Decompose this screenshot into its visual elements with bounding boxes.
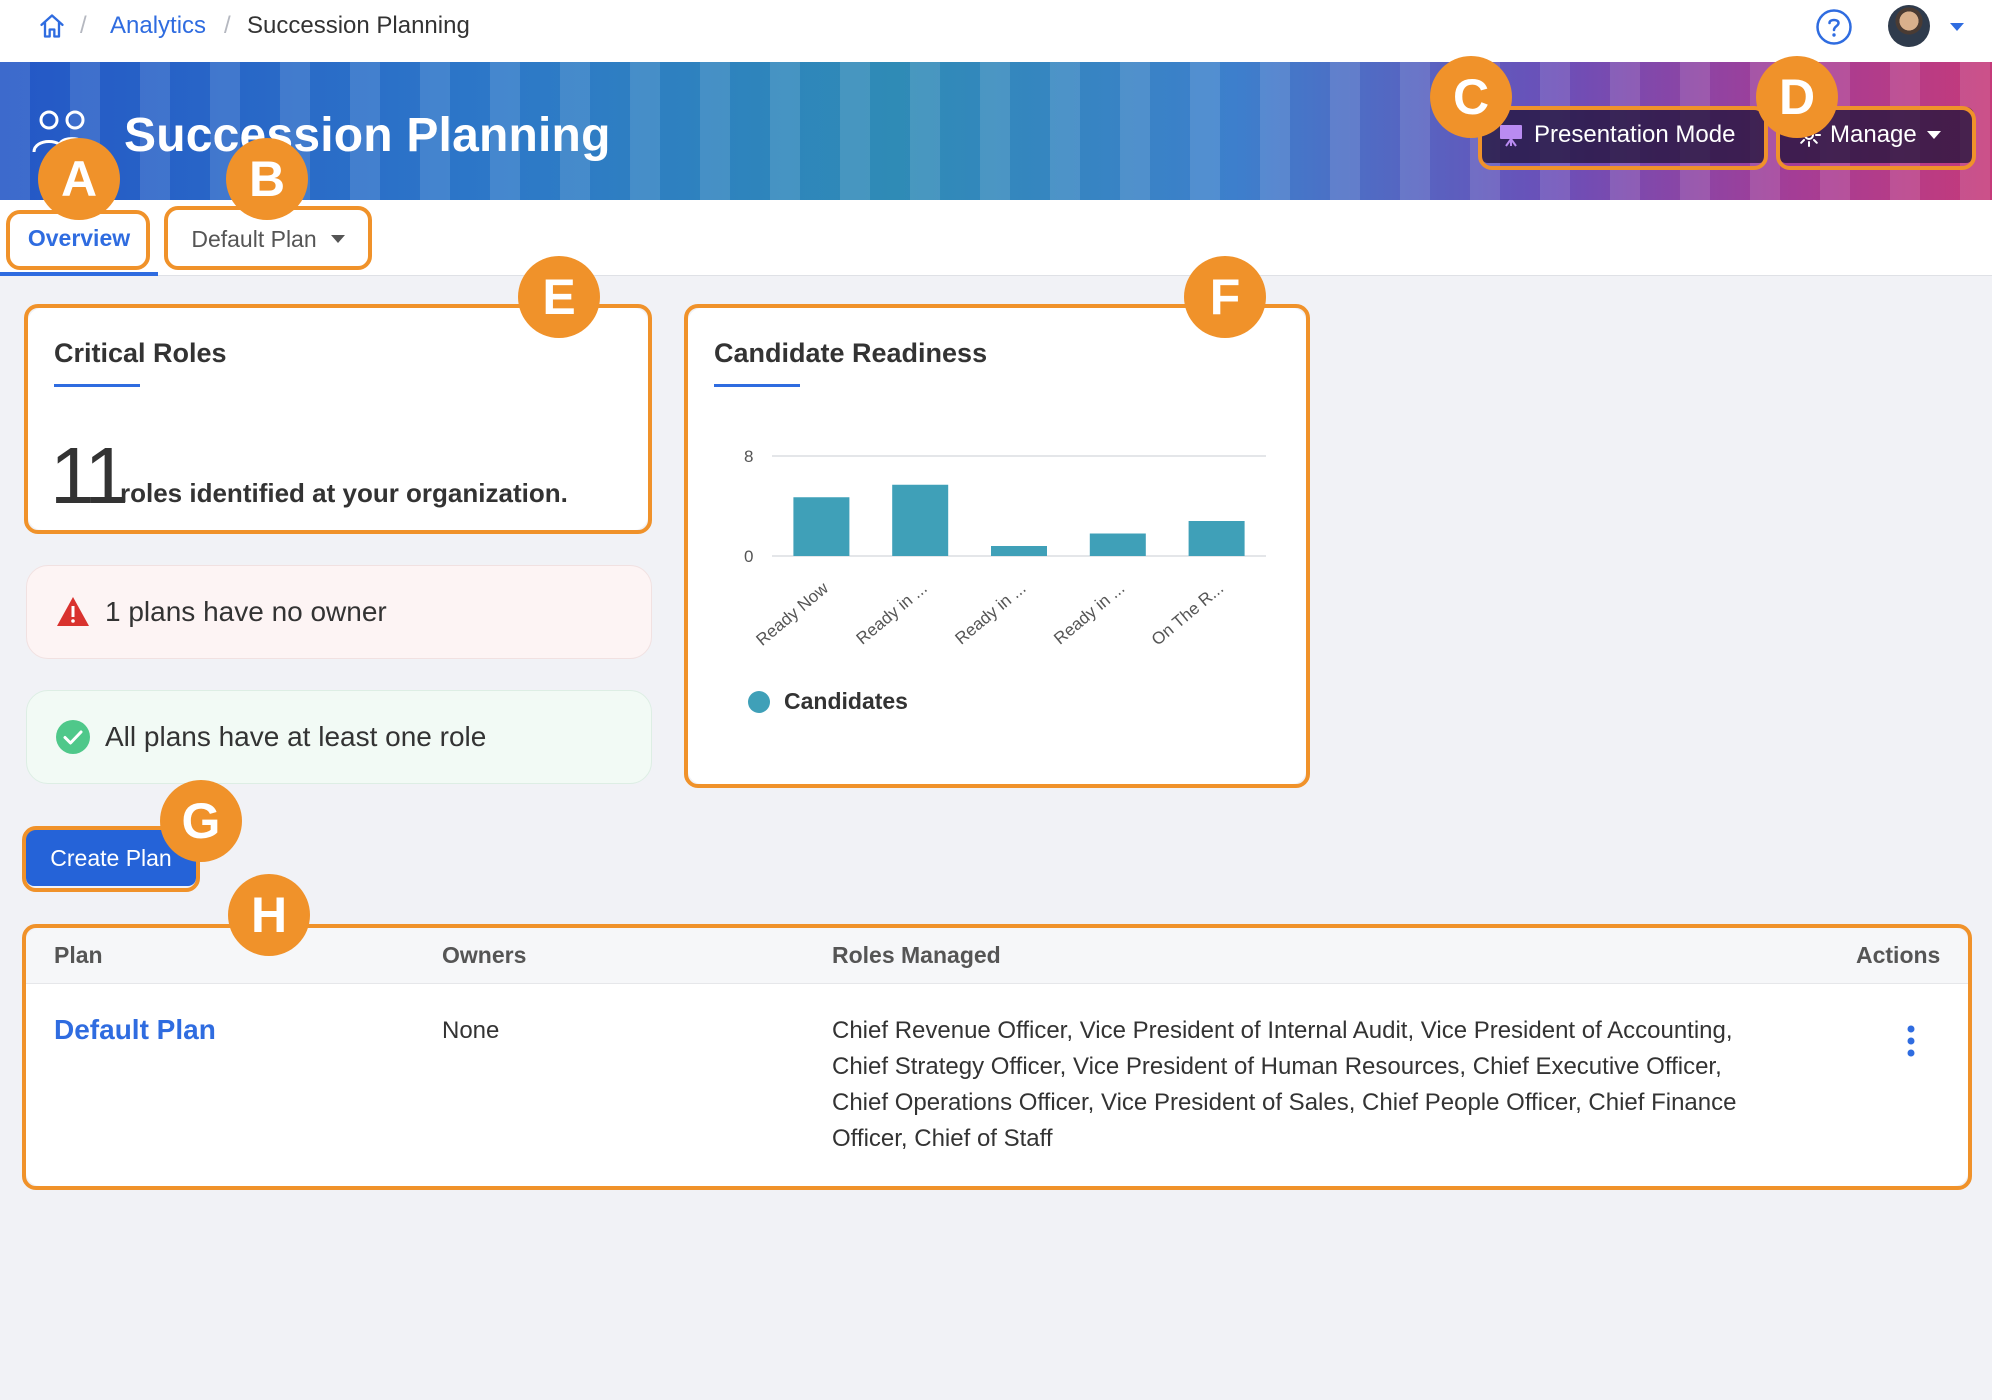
callout-badge-e: E xyxy=(518,256,600,338)
chevron-down-icon xyxy=(330,235,345,243)
check-circle-icon xyxy=(56,720,90,754)
x-tick-label: On The R... xyxy=(1148,579,1227,650)
plan-selector-dropdown[interactable]: Default Plan xyxy=(170,214,366,264)
home-icon[interactable] xyxy=(38,12,66,40)
column-header-roles: Roles Managed xyxy=(832,942,1001,968)
table-header: Plan Owners Roles Managed Actions xyxy=(26,928,1968,984)
column-header-plan: Plan xyxy=(54,942,103,968)
breadcrumb-separator: / xyxy=(80,12,87,39)
x-tick-label: Ready in ... xyxy=(1050,579,1128,649)
callout-badge-h: H xyxy=(228,874,310,956)
legend-swatch xyxy=(748,690,770,713)
candidate-readiness-chart: 0 8 Ready Now Ready in ... Ready in ... Ready… xyxy=(744,447,1266,650)
breadcrumb-current: Succession Planning xyxy=(247,12,470,39)
candidate-readiness-title: Candidate Readiness xyxy=(714,338,988,368)
chart-bar xyxy=(1188,521,1245,556)
x-tick-label: Ready in ... xyxy=(951,579,1029,649)
tab-bar: Overview Default Plan xyxy=(0,200,1992,276)
callout-badge-d: D xyxy=(1756,56,1838,138)
callout-badge-f: F xyxy=(1184,256,1266,338)
column-header-actions: Actions xyxy=(1856,942,1941,968)
critical-roles-card: Critical Roles 11 roles identified at yo… xyxy=(28,308,648,530)
critical-roles-description: roles identified at your organization. xyxy=(120,478,568,508)
roles-assigned-alert-text: All plans have at least one role xyxy=(105,721,487,752)
no-owner-alert: 1 plans have no owner xyxy=(26,565,652,659)
x-tick-label: Ready in ... xyxy=(853,579,931,649)
chart-bar xyxy=(991,546,1047,556)
presentation-mode-button[interactable]: Presentation Mode xyxy=(1480,107,1767,163)
presentation-mode-label: Presentation Mode xyxy=(1534,121,1736,148)
page-title: Succession Planning xyxy=(124,109,611,162)
warning-icon xyxy=(57,597,89,626)
chart-legend: Candidates xyxy=(748,688,908,715)
chart-bar xyxy=(793,497,850,556)
callout-badge-b: B xyxy=(226,138,308,220)
x-tick-label: Ready Now xyxy=(752,578,832,650)
y-tick-label: 8 xyxy=(744,447,753,466)
critical-roles-count: 11 xyxy=(50,431,129,520)
top-bar: / Analytics / Succession Planning xyxy=(0,0,1992,62)
chevron-down-icon xyxy=(1926,131,1941,139)
callout-badge-g: G xyxy=(160,780,242,862)
plans-table: Plan Owners Roles Managed Actions Defaul… xyxy=(26,928,1968,1186)
critical-roles-title: Critical Roles xyxy=(54,338,227,368)
breadcrumb-separator: / xyxy=(224,12,231,39)
candidate-readiness-card: Candidate Readiness 0 8 Ready Now Ready in … xyxy=(688,308,1306,784)
plan-roles: Chief Revenue Officer, Vice President of… xyxy=(832,1017,1737,1152)
title-underline xyxy=(54,384,140,387)
plan-owners: None xyxy=(442,1017,500,1044)
tab-active-indicator xyxy=(0,272,158,276)
more-actions-icon[interactable] xyxy=(1906,1024,1916,1058)
breadcrumb-analytics-link[interactable]: Analytics xyxy=(110,12,206,40)
manage-label: Manage xyxy=(1830,121,1917,148)
column-header-owners: Owners xyxy=(442,942,527,968)
roles-assigned-alert: All plans have at least one role xyxy=(26,690,652,784)
help-icon[interactable] xyxy=(1815,8,1853,46)
title-underline xyxy=(714,384,800,387)
plan-name-link[interactable]: Default Plan xyxy=(54,1012,216,1048)
chevron-down-icon[interactable] xyxy=(1950,23,1964,31)
user-avatar[interactable] xyxy=(1888,5,1930,47)
plan-selector-label: Default Plan xyxy=(191,225,317,252)
chart-bar xyxy=(1089,533,1146,556)
callout-badge-a: A xyxy=(38,138,120,220)
callout-badge-c: C xyxy=(1430,56,1512,138)
chart-bar xyxy=(892,484,949,556)
no-owner-alert-text: 1 plans have no owner xyxy=(105,596,387,627)
presentation-icon xyxy=(1500,125,1522,147)
y-tick-label: 0 xyxy=(744,547,753,566)
legend-label: Candidates xyxy=(784,688,908,714)
